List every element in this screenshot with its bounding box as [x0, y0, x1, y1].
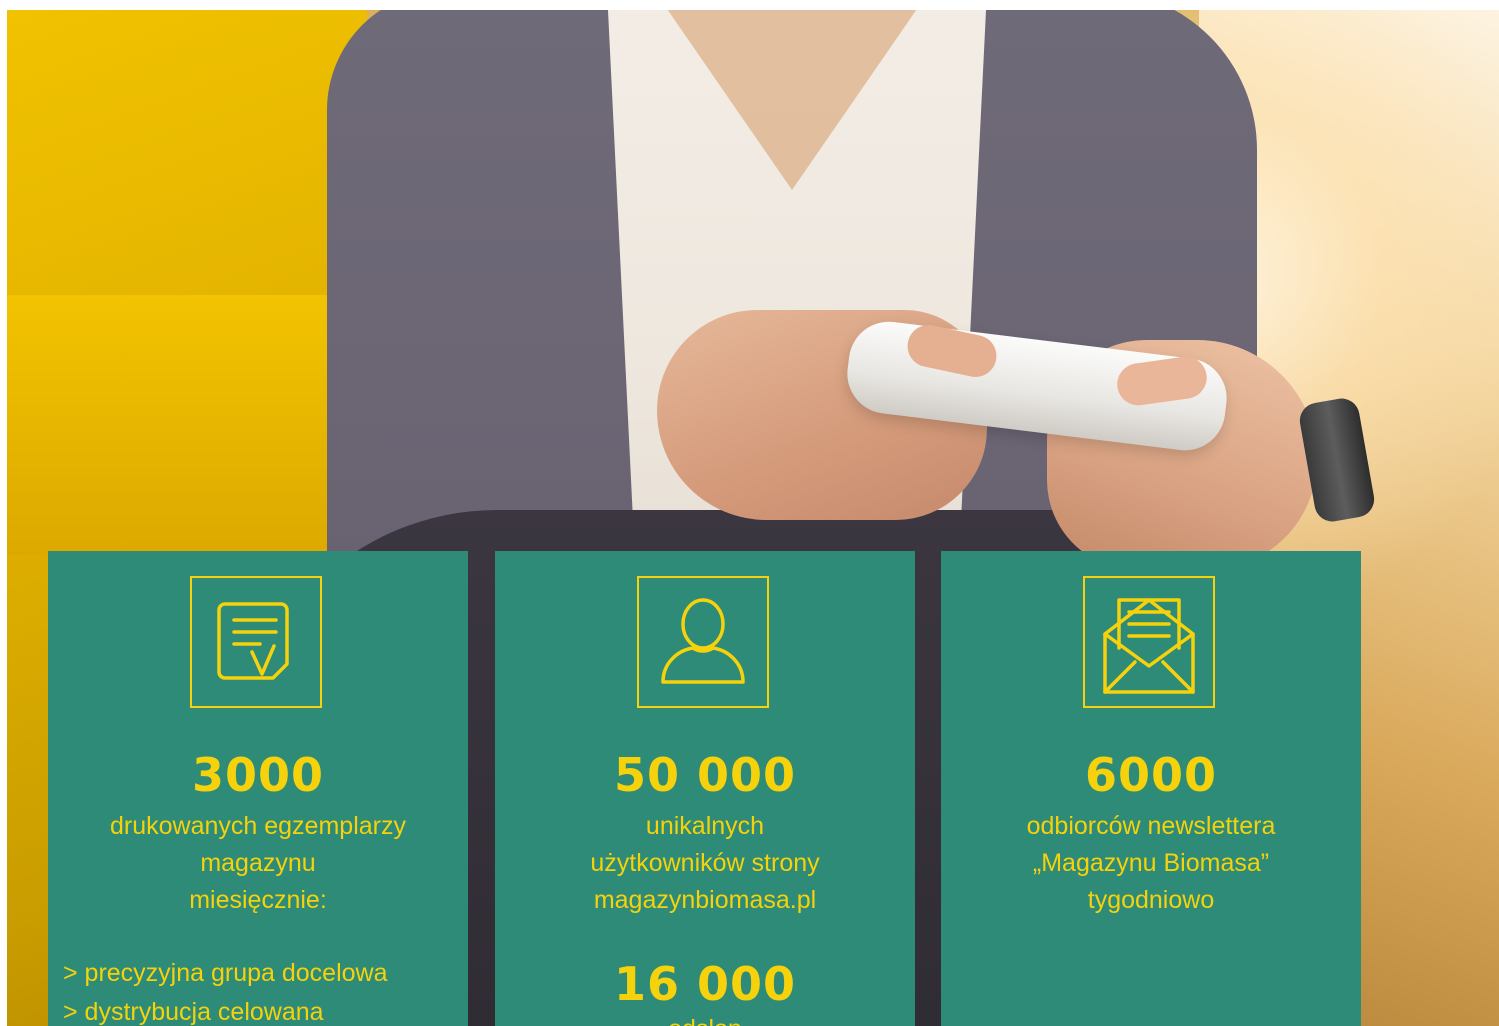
stat-number: 50 000 [613, 748, 797, 802]
bullet-item: > dystrybucja celowana [63, 998, 324, 1026]
stat-description-line: tygodniowo [1087, 886, 1215, 914]
stat-description-line: magazynu [200, 849, 316, 877]
bullet-item: > precyzyjna grupa docelowa [63, 959, 388, 987]
stat-number-secondary: 16 000 [613, 957, 797, 1011]
stat-description: unikalnych użytkowników strony magazynbi… [495, 808, 915, 919]
stat-number: 6000 [1084, 748, 1218, 802]
document-check-icon [190, 576, 322, 708]
stat-description-line: odbiorców newslettera [1026, 812, 1276, 840]
bullet-list: > precyzyjna grupa docelowa > dystrybucj… [63, 954, 388, 1026]
stat-description: odbiorców newslettera „Magazynu Biomasa”… [941, 808, 1361, 919]
stat-secondary-caption: odsłon [495, 1014, 915, 1026]
user-icon [637, 576, 769, 708]
stat-number: 3000 [191, 748, 325, 802]
infographic-page: 3000 drukowanych egzemplarzy magazynu mi… [0, 0, 1499, 1026]
stat-description-line: użytkowników strony [590, 849, 820, 877]
stat-card-newsletter: 6000 odbiorców newslettera „Magazynu Bio… [941, 551, 1361, 1026]
stat-description-line: drukowanych egzemplarzy [110, 812, 406, 840]
stat-description-line: miesięcznie: [189, 886, 327, 914]
stat-card-print-copies: 3000 drukowanych egzemplarzy magazynu mi… [48, 551, 468, 1026]
stat-card-website-users: 50 000 unikalnych użytkowników strony ma… [495, 551, 915, 1026]
stat-description-line: unikalnych [645, 812, 765, 840]
envelope-letter-icon [1083, 576, 1215, 708]
stat-description-line: magazynbiomasa.pl [593, 886, 817, 914]
stat-description: drukowanych egzemplarzy magazynu miesięc… [48, 808, 468, 919]
stat-description-line: „Magazynu Biomasa” [1032, 849, 1270, 877]
